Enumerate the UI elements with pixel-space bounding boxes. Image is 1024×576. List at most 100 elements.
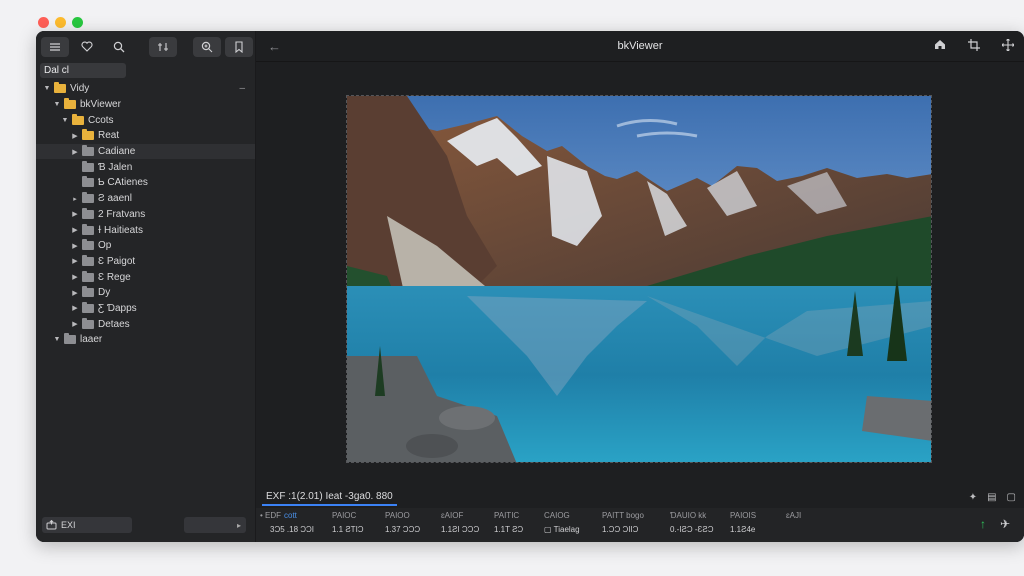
chevron-right-icon[interactable]: ▸ — [70, 195, 80, 203]
main-photo[interactable] — [346, 95, 932, 463]
chevron-down-icon[interactable]: ▼ — [52, 336, 62, 343]
mountain-lake-image — [347, 96, 931, 462]
folder-tree-item[interactable]: Ƅ CAtienes — [36, 175, 255, 191]
exif-header: ɛAIOF — [441, 511, 464, 520]
exif-tab[interactable]: EXF :1(2.01) Ieat -3ga0. 880 — [262, 489, 397, 506]
exif-header: PAIOC — [332, 511, 357, 520]
main-area: ← bkViewer EXF:1(2.01) Ieat -3ga0. 880 … — [256, 31, 1024, 542]
folder-tree-item[interactable]: ▶ Op — [36, 238, 255, 254]
folder-tree-item[interactable]: ▶ Detaes — [36, 316, 255, 332]
sidebar-footer-dropdown[interactable]: ▸ — [184, 517, 246, 533]
sidebar-toggle-icon[interactable] — [41, 36, 69, 57]
chevron-right-icon[interactable]: ▶ — [70, 304, 80, 312]
sidebar-footer: EXI ▸ — [36, 508, 256, 542]
folder-label: Reat — [98, 130, 120, 142]
chevron-right-icon[interactable]: ▶ — [70, 148, 80, 156]
exif-header: cott — [284, 511, 297, 520]
folder-icon — [64, 333, 76, 345]
folder-tree-item[interactable]: ▼ laaer — [36, 332, 255, 348]
folder-label: Op — [98, 240, 112, 252]
folder-tree-item[interactable]: ▼ Vidy – — [36, 81, 255, 97]
folder-label: Ƹ Ɗapps — [98, 302, 137, 314]
chevron-right-icon[interactable]: ▶ — [70, 289, 80, 297]
folder-label: Ƨ aaenl — [98, 193, 132, 205]
chevron-right-icon[interactable]: ▶ — [70, 226, 80, 234]
adjust-icon[interactable] — [149, 36, 177, 57]
move-icon[interactable] — [1001, 37, 1015, 54]
folder-label: Ɓ Jalen — [98, 161, 133, 173]
folder-label: 2 Fratvans — [98, 208, 146, 220]
folder-icon — [82, 301, 94, 313]
folder-icon — [82, 223, 94, 235]
chevron-right-icon[interactable]: ▶ — [70, 273, 80, 281]
sidebar-toolbar — [36, 31, 255, 62]
exif-value: 3Ɔ5 .18 ƆƆI — [270, 525, 315, 534]
folder-tree-item[interactable]: ▶ Dy — [36, 285, 255, 301]
folder-label: Ccots — [88, 114, 114, 126]
app-window: Dal cl ▼ Vidy – ▼ bkViewer ▼ Ccots ▶ Reat ▶ Cadian… — [36, 31, 1024, 542]
info-bar: EXF :1(2.01) Ieat -3ga0. 880 ✦ ▤ ▢ — [256, 486, 1024, 508]
sidebar-search-input[interactable]: Dal cl — [40, 63, 126, 78]
folder-label: Dy — [98, 287, 111, 299]
folder-tree-item[interactable]: ▶ ɫ Haitieats — [36, 222, 255, 238]
folder-tree-item[interactable]: ▶ Ɛ Rege — [36, 269, 255, 285]
bookmark-icon[interactable] — [225, 36, 253, 57]
folder-tree-item[interactable]: ▶ Ɛ Paigot — [36, 254, 255, 270]
folder-label: laaer — [80, 334, 103, 346]
info-icon[interactable]: ▤ — [987, 492, 996, 503]
sidebar-footer-field[interactable]: EXI — [42, 517, 132, 533]
exif-actions: ↑ ✈ — [980, 517, 1010, 531]
chevron-right-icon[interactable]: ▶ — [70, 132, 80, 140]
zoom-icon[interactable] — [193, 36, 221, 57]
sidebar-footer-label: EXI — [61, 520, 76, 530]
folder-label: bkViewer — [80, 99, 121, 111]
folder-tree-item[interactable]: Ɓ Jalen — [36, 159, 255, 175]
maximize-window-button[interactable] — [72, 17, 83, 28]
share-plane-icon[interactable]: ✈ — [1000, 517, 1010, 531]
crop-icon[interactable] — [968, 38, 980, 54]
folder-icon — [82, 129, 94, 141]
folder-tree-item[interactable]: ▶ Ƹ Ɗapps — [36, 301, 255, 317]
exif-value: 1.1T ƧƆ — [494, 525, 524, 534]
chevron-right-icon[interactable]: ▶ — [70, 242, 80, 250]
heart-icon[interactable] — [73, 37, 101, 57]
folder-tree: ▼ Vidy – ▼ bkViewer ▼ Ccots ▶ Reat ▶ Cadiane Ɓ Jale… — [36, 81, 255, 348]
folder-tree-item[interactable]: ▼ bkViewer — [36, 97, 255, 113]
chevron-right-icon[interactable]: ▶ — [70, 257, 80, 265]
exif-header: PAIOO — [385, 511, 410, 520]
exif-header: ƊAUIO kk — [670, 511, 707, 520]
chevron-down-icon[interactable]: ▼ — [52, 101, 62, 108]
folder-label: Ɛ Rege — [98, 271, 131, 283]
folder-icon — [82, 145, 94, 157]
copy-icon[interactable]: ▢ — [1007, 492, 1016, 503]
exif-value: ▢ Tiaelag — [544, 525, 580, 534]
folder-icon — [82, 160, 94, 172]
folder-icon — [54, 82, 66, 94]
info-actions: ✦ ▤ ▢ — [969, 492, 1016, 503]
folder-icon — [82, 239, 94, 251]
folder-label: Ɛ Paigot — [98, 255, 136, 267]
star-icon[interactable]: ✦ — [969, 492, 977, 503]
chevron-right-icon[interactable]: ▶ — [70, 210, 80, 218]
exif-header: PAITIC — [494, 511, 520, 520]
chevron-down-icon[interactable]: ▼ — [42, 85, 52, 92]
collapse-icon[interactable]: – — [239, 83, 245, 94]
folder-tree-item[interactable]: ▶ Reat — [36, 128, 255, 144]
folder-icon — [82, 254, 94, 266]
home-icon[interactable] — [934, 39, 946, 54]
minimize-window-button[interactable] — [55, 17, 66, 28]
folder-tree-item[interactable]: ▸ Ƨ aaenl — [36, 191, 255, 207]
exif-value: 1.1ƧI ƆƆƆ — [441, 525, 480, 534]
upload-arrow-icon[interactable]: ↑ — [980, 517, 986, 531]
folder-tree-item[interactable]: ▶ 2 Fratvans — [36, 207, 255, 223]
folder-icon — [64, 98, 76, 110]
close-window-button[interactable] — [38, 17, 49, 28]
folder-tree-item[interactable]: ▶ Cadiane — [36, 143, 255, 160]
exif-value: 0.-IƧƆ -ƐƧƆ — [670, 525, 714, 534]
folder-tree-item[interactable]: ▼ Ccots — [36, 112, 255, 128]
folder-label: Detaes — [98, 318, 130, 330]
chevron-down-icon[interactable]: ▼ — [60, 117, 70, 124]
search-icon[interactable] — [105, 37, 133, 57]
folder-icon — [72, 113, 84, 125]
chevron-right-icon[interactable]: ▶ — [70, 320, 80, 328]
